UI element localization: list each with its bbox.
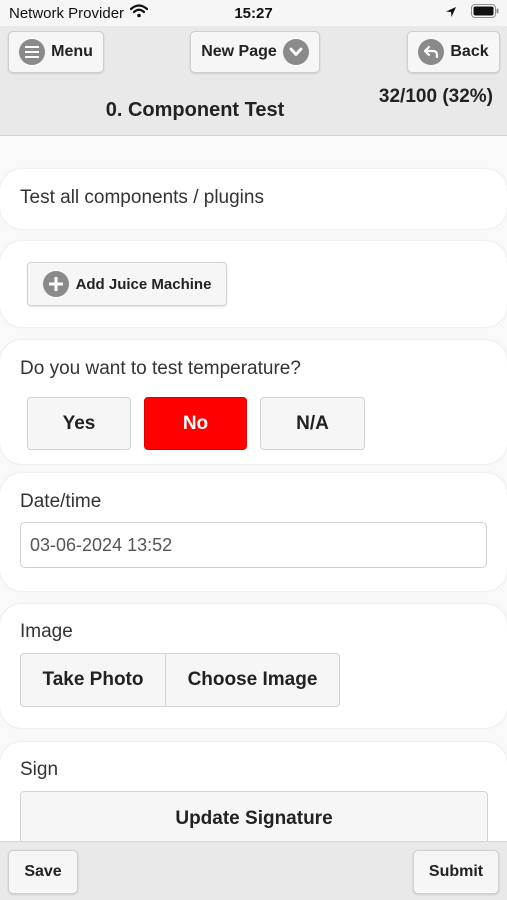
back-button[interactable]: Back: [407, 31, 500, 73]
option-na-label: N/A: [296, 412, 329, 434]
take-photo-label: Take Photo: [42, 669, 144, 690]
submit-label: Submit: [428, 863, 484, 880]
back-arrow-icon: [418, 39, 445, 65]
add-juice-machine-button[interactable]: Add Juice Machine: [27, 262, 227, 306]
location-arrow-icon: [445, 5, 457, 22]
plus-icon: [42, 271, 69, 297]
option-no-label: No: [182, 412, 209, 434]
choose-image-button[interactable]: Choose Image: [165, 653, 340, 707]
option-no-button[interactable]: No: [144, 397, 247, 450]
option-yes-label: Yes: [62, 412, 96, 434]
status-right: [445, 4, 499, 22]
new-page-label: New Page: [201, 43, 277, 60]
status-bar: Network Provider 15:27: [0, 0, 507, 26]
form-content[interactable]: Test all components / plugins Add Juice …: [0, 137, 507, 841]
temperature-card: Do you want to test temperature? Yes No …: [0, 340, 507, 464]
save-button[interactable]: Save: [8, 850, 78, 894]
carrier-name: Network Provider: [9, 4, 125, 22]
datetime-card: Date/time: [0, 473, 507, 591]
wifi-icon: [129, 4, 149, 22]
datetime-field[interactable]: [20, 522, 487, 568]
sign-label: Sign: [20, 759, 59, 780]
save-label: Save: [24, 863, 62, 880]
add-item-card: Add Juice Machine: [0, 241, 507, 327]
app-header: Menu New Page Back 0. Component Test 32/…: [0, 26, 507, 136]
submit-button[interactable]: Submit: [413, 850, 499, 894]
page-title: 0. Component Test: [105, 99, 285, 121]
update-signature-label: Update Signature: [175, 808, 333, 829]
update-signature-button[interactable]: Update Signature: [20, 791, 488, 841]
choose-image-label: Choose Image: [187, 669, 318, 690]
image-label: Image: [20, 621, 73, 642]
option-yes-button[interactable]: Yes: [27, 397, 131, 450]
progress-indicator: 32/100 (32%): [378, 86, 493, 107]
menu-button[interactable]: Menu: [8, 31, 104, 73]
chevron-down-icon: [282, 39, 309, 65]
datetime-label: Date/time: [20, 491, 102, 512]
menu-label: Menu: [51, 43, 93, 60]
temperature-question: Do you want to test temperature?: [20, 358, 301, 379]
intro-card: Test all components / plugins: [0, 169, 507, 229]
image-card: Image Take Photo Choose Image: [0, 604, 507, 728]
battery-icon: [471, 4, 499, 22]
option-na-button[interactable]: N/A: [260, 397, 365, 450]
new-page-button[interactable]: New Page: [190, 31, 320, 73]
app-footer: Save Submit: [0, 841, 507, 900]
take-photo-button[interactable]: Take Photo: [20, 653, 166, 707]
back-label: Back: [450, 43, 489, 60]
menu-icon: [19, 39, 46, 65]
sign-card: Sign Update Signature: [0, 742, 507, 841]
intro-text: Test all components / plugins: [20, 187, 264, 208]
add-juice-machine-label: Add Juice Machine: [75, 275, 212, 293]
status-left: Network Provider: [9, 4, 149, 22]
